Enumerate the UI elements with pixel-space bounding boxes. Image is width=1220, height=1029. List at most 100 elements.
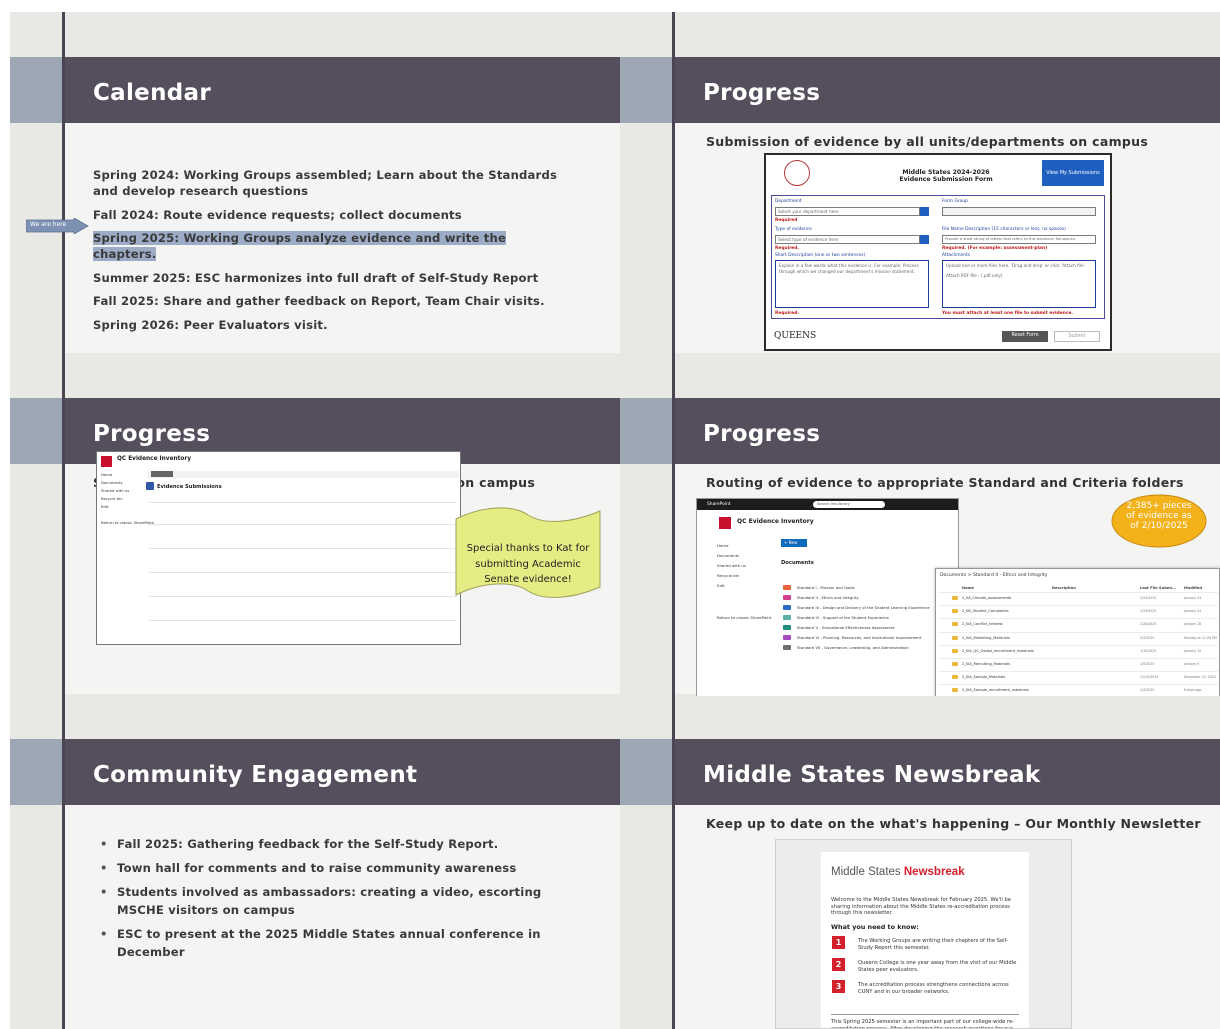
folder-item[interactable]: Standard IV - Support of the Student Exp… [797, 615, 889, 620]
list-item: Fall 2025: Gathering feedback for the Se… [100, 835, 570, 853]
table-row[interactable] [149, 596, 457, 597]
column-header[interactable]: Modified [1184, 586, 1202, 590]
modified-date: January 9 [1184, 662, 1200, 666]
short-description-label: Short Description (one or two sentences) [775, 253, 866, 258]
file-name[interactable]: 2_IIIA_Sample_Materials [962, 675, 1005, 679]
nav-item[interactable]: Return to classic SharePoint [101, 520, 154, 525]
nav-item[interactable]: Shared with us [717, 563, 746, 568]
slide-top-band [10, 694, 620, 739]
folder-item[interactable]: Standard I - Mission and Goals [797, 585, 855, 590]
slide-progress-library: Progress Submission of evidence by all u… [10, 353, 620, 696]
form-group-field[interactable] [942, 207, 1096, 216]
calendar-item: Fall 2024: Route evidence requests; coll… [93, 207, 462, 222]
thanks-callout: Special thanks to Kat for submitting Aca… [454, 503, 602, 605]
attachment-warning: You must attach at least one file to sub… [942, 311, 1074, 316]
calendar-item: Summer 2025: ESC harmonizes into full dr… [93, 270, 539, 285]
vertical-rule [672, 694, 675, 1029]
nav-item[interactable]: Home [717, 543, 729, 548]
calendar-item-current: Spring 2025: Working Groups analyze evid… [93, 231, 507, 261]
department-select[interactable]: Select your department here [775, 207, 920, 216]
title-square [620, 398, 672, 464]
folder-icon [783, 585, 791, 590]
arrow-label: We are here [30, 221, 67, 228]
folder-item[interactable]: Standard VII - Governance, Leadership, a… [797, 645, 909, 650]
submitted-date: 1/24/2025 [1140, 596, 1157, 600]
table-row[interactable] [149, 524, 457, 525]
submitted-date: 12/10/2024 [1140, 675, 1159, 680]
nav-item[interactable]: Documents [101, 480, 123, 485]
file-name-input[interactable]: Provide a short string of letters that r… [942, 235, 1096, 244]
column-header[interactable]: Name [962, 586, 974, 590]
chevron-down-icon[interactable] [920, 207, 929, 216]
submit-button[interactable]: Submit [1054, 331, 1100, 342]
column-header[interactable]: Last File Submi... [1140, 586, 1176, 590]
nav-item[interactable]: Recycle bin [101, 496, 123, 501]
title-square [10, 739, 62, 805]
folder-icon [783, 645, 791, 650]
file-name[interactable]: 2_IIIA_Sample_recruitment_materials [962, 688, 1029, 692]
table-row[interactable] [149, 502, 457, 503]
file-name[interactable]: 2_IIIA_Conflict_Interest [962, 622, 1003, 626]
evidence-library-screenshot: QC Evidence Inventory Home Documents Sha… [96, 451, 461, 645]
list-item: ESC to present at the 2025 Middle States… [100, 925, 570, 961]
nav-item[interactable]: Edit [101, 504, 108, 509]
submitted-date: 2/4/2025 [1140, 688, 1155, 693]
file-name[interactable]: 2_IIIA_Recruiting_Materials [962, 662, 1010, 666]
column-header[interactable]: Description [1052, 586, 1076, 590]
short-description-textarea[interactable]: Explain in a few words what this evidenc… [775, 260, 929, 308]
department-label: Department [775, 199, 802, 204]
folder-icon [952, 635, 958, 640]
site-name: QC Evidence Inventory [737, 518, 814, 525]
search-input[interactable]: Search this library [813, 501, 885, 508]
nav-item[interactable]: Return to classic SharePoint [717, 615, 771, 620]
file-name[interactable]: 2_IIIA_Marketing_Materials [962, 636, 1010, 640]
modified-date: January 28 [1184, 622, 1202, 627]
form-header: Middle States 2024-2026 Evidence Submissi… [766, 155, 1110, 195]
folder-item[interactable]: Standard VI - Planning, Resources, and I… [797, 635, 921, 640]
nav-item[interactable]: Documents [717, 553, 739, 558]
folder-item[interactable]: Standard V - Educational Effectiveness A… [797, 625, 895, 630]
folder-icon [783, 615, 791, 620]
table-row[interactable] [149, 620, 457, 621]
type-select[interactable]: Select type of evidence here [775, 235, 920, 244]
file-name[interactable]: 2_IIA_Climate_assessments [962, 596, 1011, 600]
calendar-item: Spring 2026: Peer Evaluators visit. [93, 317, 328, 332]
table-row[interactable] [149, 548, 457, 549]
folder-item[interactable]: Standard III - Design and Delivery of th… [797, 605, 930, 610]
nav-item[interactable]: Shared with us [101, 488, 129, 493]
reset-form-button[interactable]: Reset Form [1002, 331, 1048, 342]
form-title: Middle States 2024-2026 Evidence Submissi… [899, 169, 993, 183]
file-name[interactable]: 2_IIIA_QC_Global_recruitment_materials [962, 649, 1034, 653]
list-item: Town hall for comments and to raise comm… [100, 859, 570, 877]
form-group-label: Form Group [942, 199, 968, 204]
slide-left-strip [620, 464, 672, 696]
nav-item[interactable]: Home [101, 472, 112, 477]
folder-icon [783, 605, 791, 610]
nav-item[interactable]: Edit [717, 583, 725, 588]
chevron-down-icon[interactable] [920, 235, 929, 244]
we-are-here-arrow-icon: We are here [26, 218, 90, 234]
view-submissions-button[interactable]: View My Submissions [1042, 160, 1104, 186]
nav-item[interactable]: Recycle bin [717, 573, 739, 578]
newsletter-title: Middle States Newsbreak [831, 866, 965, 878]
table-row[interactable] [149, 572, 457, 573]
required-note: Required. [775, 311, 800, 316]
folder-item[interactable]: Standard II - Ethics and Integrity [797, 595, 859, 600]
file-name[interactable]: 2_IIB_Student_Complaints [962, 609, 1009, 613]
attachments-dropzone[interactable]: Upload one or more files here. 'Drag and… [942, 260, 1096, 308]
newsletter-item: Queens College is one year away from the… [858, 960, 1017, 973]
slide-left-strip [10, 464, 62, 696]
breadcrumb[interactable]: Documents > Standard II - Ethics and Int… [940, 573, 1047, 578]
vertical-rule [672, 12, 675, 355]
slide-title: Progress [703, 80, 821, 106]
row-divider [938, 644, 1218, 646]
list-name: Evidence Submissions [157, 484, 222, 490]
form-body: Department Select your department here R… [771, 195, 1105, 319]
folder-icon [783, 595, 791, 600]
evidence-submission-form: Middle States 2024-2026 Evidence Submissi… [764, 153, 1112, 351]
attach-file-link[interactable]: Attach PDF file - (.pdf only) [946, 273, 1092, 279]
new-button[interactable]: + New [781, 539, 807, 547]
newsletter-item: The accreditation process strengthens co… [858, 982, 1009, 995]
slide-title: Community Engagement [93, 762, 418, 788]
new-button[interactable] [151, 471, 173, 477]
